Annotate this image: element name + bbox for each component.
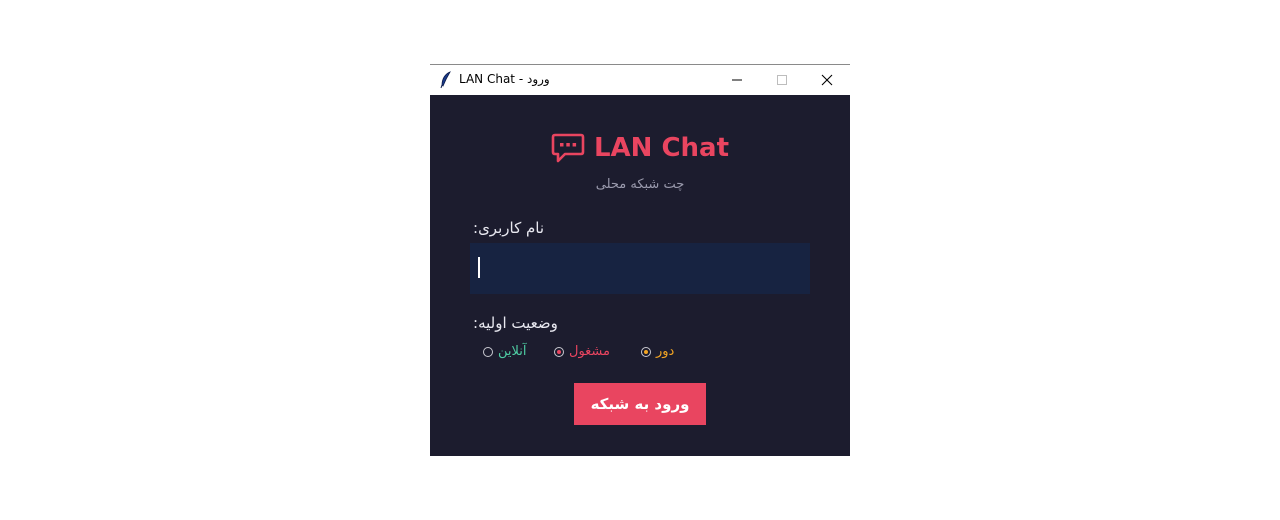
- radio-dot: [557, 349, 561, 354]
- close-icon: [821, 74, 833, 86]
- feather-icon: [440, 71, 451, 89]
- maximize-icon: [777, 75, 787, 85]
- radio-circle: [641, 346, 651, 357]
- title-bar[interactable]: LAN Chat - ورود: [430, 64, 850, 95]
- status-busy-radio[interactable]: مشغول: [554, 344, 610, 359]
- maximize-button[interactable]: [759, 65, 805, 95]
- radio-dot: [644, 349, 648, 354]
- app-title: LAN Chat: [593, 133, 730, 163]
- status-label: :وضعیت اولیه: [473, 314, 558, 332]
- status-away-radio[interactable]: دور: [641, 344, 674, 359]
- window-title: LAN Chat - ورود: [459, 72, 550, 86]
- status-busy-label: مشغول: [569, 344, 610, 359]
- username-input[interactable]: [470, 243, 810, 294]
- login-window: LAN Chat - ورود LAN Chat چت شبکه محلی:ن…: [430, 64, 850, 456]
- status-away-label: دور: [656, 344, 675, 359]
- login-form: LAN Chat چت شبکه محلی :نام کاربری :وضعیت…: [430, 95, 850, 456]
- subtitle: چت شبکه محلی: [595, 177, 685, 192]
- chat-bubble-icon: [551, 133, 585, 163]
- status-radio-group: آنلاین مشغول دور: [430, 344, 850, 364]
- logo-header: LAN Chat: [430, 133, 850, 163]
- radio-circle: [554, 346, 564, 357]
- status-online-label: آنلاین: [498, 344, 527, 359]
- text-caret: [478, 257, 480, 278]
- minimize-icon: [732, 79, 742, 81]
- minimize-button[interactable]: [714, 65, 760, 95]
- username-label: :نام کاربری: [473, 219, 545, 237]
- login-button[interactable]: ورود به شبکه: [574, 383, 706, 425]
- close-button[interactable]: [804, 65, 850, 95]
- radio-circle: [483, 346, 493, 357]
- status-online-radio[interactable]: آنلاین: [483, 344, 527, 359]
